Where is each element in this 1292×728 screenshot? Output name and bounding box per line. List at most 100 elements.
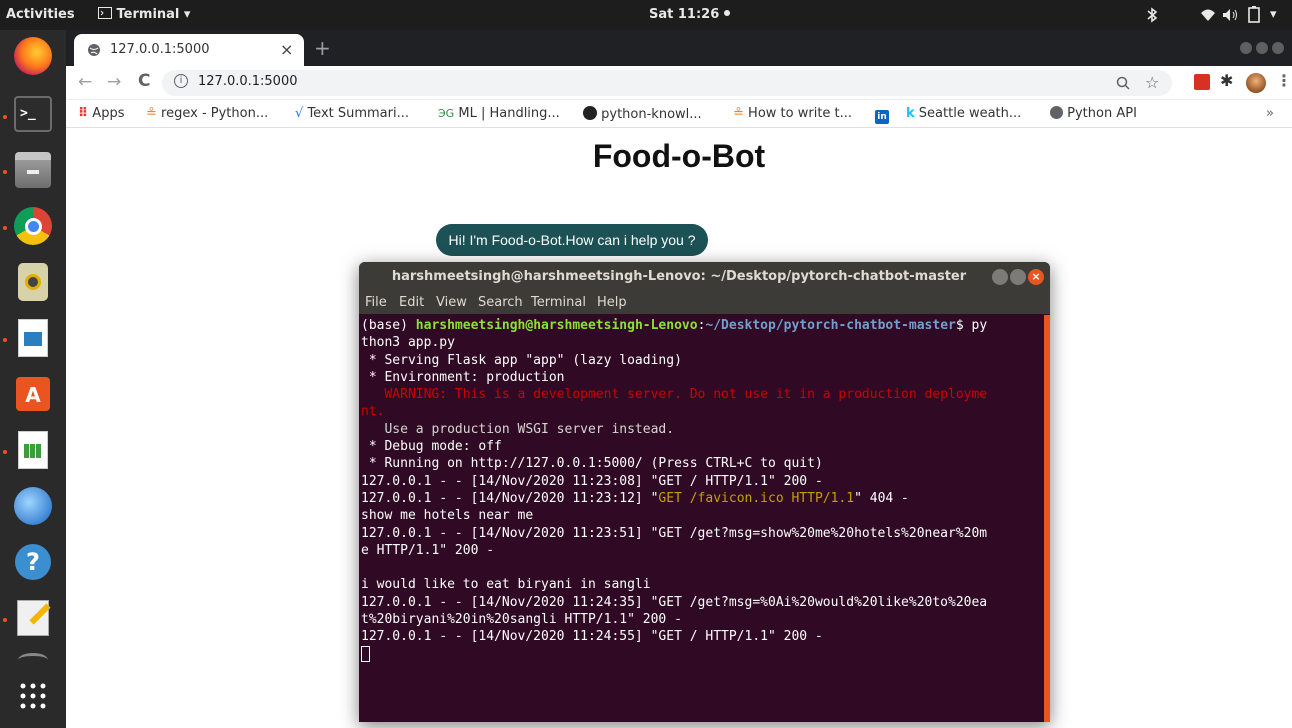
terminal-line: * Environment: production — [361, 369, 565, 385]
minimize-button[interactable] — [1240, 42, 1252, 54]
terminal-line: 127.0.0.1 - - [14/Nov/2020 11:23:12] "GE… — [361, 490, 1044, 507]
terminal-line: * Serving Flask app "app" (lazy loading) — [361, 352, 682, 368]
running-indicator — [3, 170, 7, 174]
menu-search[interactable]: Search — [478, 295, 523, 310]
terminal-scrollbar[interactable] — [1044, 315, 1050, 722]
terminal-warning-line: WARNING: This is a development server. D… — [361, 387, 988, 403]
terminal-line: t%20biryani%20in%20sangli HTTP/1.1" 200 … — [361, 612, 682, 628]
extensions-icon[interactable]: ✱ — [1220, 71, 1233, 90]
clock[interactable]: Sat 11:26 — [649, 7, 730, 22]
terminal-window[interactable]: harshmeetsingh@harshmeetsingh-Lenovo: ~/… — [359, 262, 1050, 722]
calc-icon[interactable] — [11, 428, 55, 472]
terminal-line: 127.0.0.1 - - [14/Nov/2020 11:23:51] "GE… — [361, 525, 988, 541]
kaggle-icon: k — [906, 106, 915, 121]
log-request: GET /favicon.ico HTTP/1.1 — [658, 490, 855, 506]
menu-file[interactable]: File — [365, 295, 387, 310]
bookmark-ml-handling[interactable]: ЭG ML | Handling... — [438, 106, 560, 121]
running-indicator — [3, 618, 7, 622]
tab-close-icon[interactable]: × — [280, 40, 293, 59]
firefox-icon[interactable] — [11, 34, 55, 78]
impress-icon[interactable] — [11, 316, 55, 360]
thunderbird-icon[interactable] — [11, 484, 55, 528]
bookmark-python-api[interactable]: Python API — [1050, 106, 1137, 121]
running-indicator — [3, 450, 7, 454]
browser-tab[interactable]: 127.0.0.1:5000 × — [74, 34, 304, 66]
files-icon[interactable] — [11, 148, 55, 192]
log-suffix: " 404 - — [854, 490, 909, 506]
terminal-close-button[interactable]: × — [1028, 269, 1044, 285]
bookmark-apps[interactable]: ⠿ Apps — [78, 106, 124, 121]
terminal-line: 127.0.0.1 - - [14/Nov/2020 11:24:35] "GE… — [361, 594, 988, 610]
gfg-icon: ЭG — [438, 107, 455, 120]
activities-button[interactable]: Activities — [6, 7, 75, 22]
stackoverflow-icon: ≗ — [146, 106, 157, 121]
terminal-line: e HTTP/1.1" 200 - — [361, 542, 495, 558]
running-indicator — [3, 338, 7, 342]
bluetooth-icon[interactable] — [1144, 7, 1160, 23]
maximize-button[interactable] — [1256, 42, 1268, 54]
log-prefix: 127.0.0.1 - - [14/Nov/2020 11:23:12] " — [361, 490, 659, 506]
avatar[interactable] — [1246, 73, 1266, 93]
bookmark-label: python-knowl... — [601, 107, 702, 122]
app-menu[interactable]: Terminal ▾ — [98, 7, 190, 22]
bookmark-how-to-write[interactable]: ≗ How to write t... — [733, 106, 852, 121]
prompt-command: $ py — [955, 318, 988, 333]
zoom-icon[interactable] — [1116, 76, 1130, 90]
menu-help[interactable]: Help — [597, 295, 627, 310]
back-button[interactable]: ← — [78, 72, 92, 92]
terminal-line: Use a production WSGI server instead. — [361, 421, 675, 437]
bookmark-text-summari[interactable]: √ Text Summari... — [295, 106, 409, 121]
terminal-minimize-button[interactable] — [992, 269, 1008, 285]
software-center-icon[interactable]: A — [11, 372, 55, 416]
page-title: Food-o-Bot — [592, 138, 766, 174]
pdf-extension-icon[interactable] — [1194, 74, 1210, 90]
info-icon[interactable]: i — [174, 74, 188, 88]
system-menu-chevron-icon[interactable]: ▾ — [1270, 7, 1277, 22]
dock-scroll-arc-icon — [11, 650, 55, 670]
bookmarks-overflow-button[interactable]: » — [1266, 106, 1274, 121]
close-window-button[interactable] — [1272, 42, 1284, 54]
bot-message-bubble: Hi! I'm Food-o-Bot.How can i help you ? — [436, 224, 708, 256]
bookmark-regex[interactable]: ≗ regex - Python... — [146, 106, 268, 121]
show-apps-icon[interactable] — [11, 674, 55, 718]
stackoverflow-icon: ≗ — [733, 106, 744, 121]
battery-icon[interactable] — [1246, 6, 1262, 24]
url-input[interactable]: i 127.0.0.1:5000 ☆ — [162, 70, 1172, 96]
terminal-maximize-button[interactable] — [1010, 269, 1026, 285]
bookmark-linkedin[interactable]: in — [875, 106, 889, 124]
text-editor-icon[interactable] — [11, 596, 55, 640]
menu-view[interactable]: View — [436, 295, 467, 310]
address-bar: ← → C i 127.0.0.1:5000 ☆ ✱ ⋮ — [66, 66, 1292, 100]
terminal-line: (base) harshmeetsingh@harshmeetsingh-Len… — [361, 317, 1044, 334]
bookmark-label: regex - Python... — [161, 106, 269, 121]
bookmark-label: Python API — [1067, 106, 1137, 121]
reload-button[interactable]: C — [138, 71, 150, 91]
prompt-path: ~/Desktop/pytorch-chatbot-master — [705, 318, 956, 333]
running-indicator — [3, 226, 7, 230]
dock: >_ A ? — [0, 30, 66, 728]
more-menu-icon[interactable]: ⋮ — [1276, 71, 1292, 90]
bookmark-label: Seattle weath... — [918, 106, 1022, 121]
bookmark-python-knowl[interactable]: python-knowl... — [583, 106, 702, 122]
chrome-icon[interactable] — [11, 204, 55, 248]
speaker-app-icon[interactable] — [11, 260, 55, 304]
menu-terminal[interactable]: Terminal — [531, 295, 586, 310]
volume-icon[interactable] — [1222, 7, 1240, 23]
menu-edit[interactable]: Edit — [399, 295, 424, 310]
bookmark-seattle-weath[interactable]: k Seattle weath... — [906, 106, 1021, 121]
bookmark-label: ML | Handling... — [458, 106, 560, 121]
terminal-titlebar[interactable]: harshmeetsingh@harshmeetsingh-Lenovo: ~/… — [359, 262, 1050, 292]
help-icon[interactable]: ? — [11, 540, 55, 584]
github-icon — [583, 106, 597, 120]
terminal-icon[interactable]: >_ — [11, 92, 55, 136]
terminal-small-icon — [98, 7, 112, 19]
wifi-icon[interactable] — [1200, 7, 1216, 23]
terminal-output[interactable]: (base) harshmeetsingh@harshmeetsingh-Len… — [359, 315, 1044, 722]
prompt-user: harshmeetsingh@harshmeetsingh-Lenovo — [415, 318, 698, 333]
star-icon[interactable]: ☆ — [1145, 73, 1159, 92]
chart-icon: √ — [295, 106, 304, 121]
forward-button[interactable]: → — [107, 72, 121, 92]
new-tab-button[interactable]: + — [314, 36, 331, 60]
bookmarks-bar: ⠿ Apps ≗ regex - Python... √ Text Summar… — [66, 100, 1292, 128]
